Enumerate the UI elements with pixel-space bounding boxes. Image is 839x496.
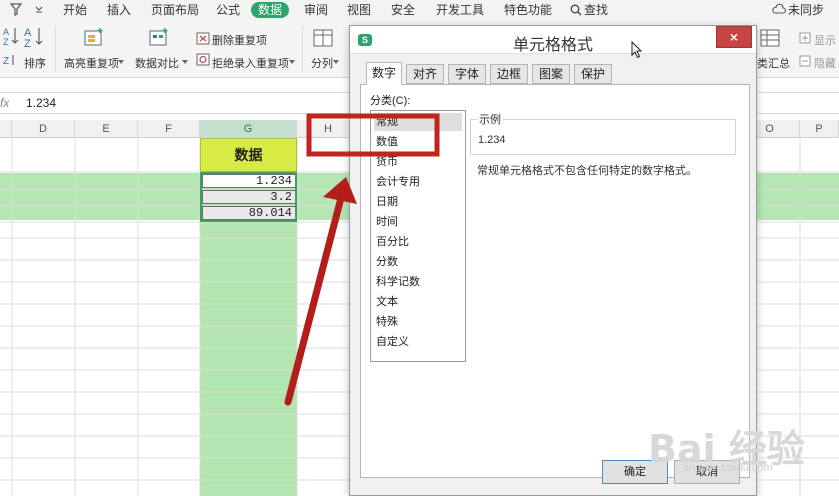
watermark: Bai 经验 jingyan.baidu.com	[648, 408, 836, 484]
annotation-arrow-head	[323, 177, 357, 204]
watermark-url: jingyan.baidu.com	[684, 462, 773, 474]
highlight-box	[306, 113, 440, 157]
annotation-arrow-shaft	[284, 194, 345, 406]
